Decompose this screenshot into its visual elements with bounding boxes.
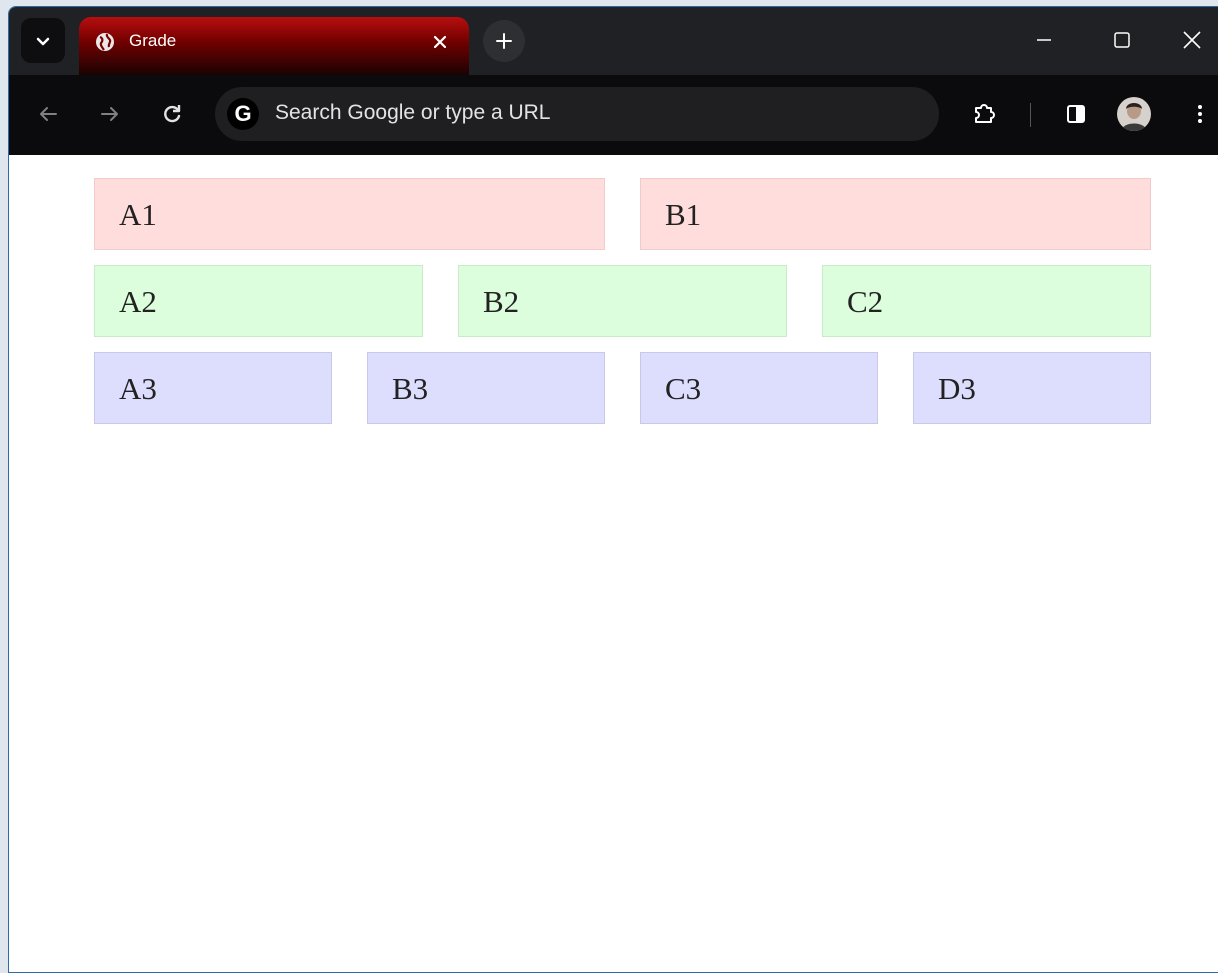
google-icon: G (227, 98, 259, 130)
extensions-icon[interactable] (969, 99, 999, 129)
maximize-icon[interactable] (1107, 25, 1137, 55)
address-bar[interactable]: G Search Google or type a URL (215, 87, 939, 141)
grid-cell-a1: A1 (94, 178, 605, 250)
toolbar-divider (1030, 103, 1031, 127)
tab-search-button[interactable] (21, 18, 65, 63)
minimize-icon[interactable] (1029, 25, 1059, 55)
kebab-menu-icon[interactable] (1185, 99, 1215, 129)
grid-cell-c2: C2 (822, 265, 1151, 337)
close-icon[interactable] (429, 31, 451, 53)
chevron-down-icon (36, 37, 50, 45)
grid-cell-c3: C3 (640, 352, 878, 424)
forward-arrow-icon[interactable] (95, 99, 125, 129)
search-placeholder: Search Google or type a URL (275, 101, 551, 124)
grid-cell-b2: B2 (458, 265, 787, 337)
close-window-icon[interactable] (1177, 25, 1207, 55)
tab-grade[interactable]: Grade (79, 17, 469, 75)
grid-cell-b3: B3 (367, 352, 605, 424)
plus-icon (496, 33, 512, 49)
toolbar: G Search Google or type a URL (9, 75, 1218, 155)
profile-picture-icon (1117, 97, 1151, 131)
globe-icon (96, 33, 114, 51)
new-tab-button[interactable] (483, 20, 525, 62)
tab-title: Grade (129, 31, 177, 50)
grid-cell-a3: A3 (94, 352, 332, 424)
browser-window: Grade G Search Google or type a URL A1 B… (8, 6, 1218, 973)
grid-cell-b1: B1 (640, 178, 1151, 250)
reload-icon[interactable] (157, 99, 187, 129)
back-arrow-icon[interactable] (33, 99, 63, 129)
side-panel-icon[interactable] (1061, 99, 1091, 129)
page-content: A1 B1 A2 B2 C2 A3 B3 C3 D3 (9, 155, 1218, 972)
tab-strip: Grade (9, 7, 1218, 75)
grid-cell-a2: A2 (94, 265, 423, 337)
avatar[interactable] (1117, 97, 1151, 131)
grid-cell-d3: D3 (913, 352, 1151, 424)
